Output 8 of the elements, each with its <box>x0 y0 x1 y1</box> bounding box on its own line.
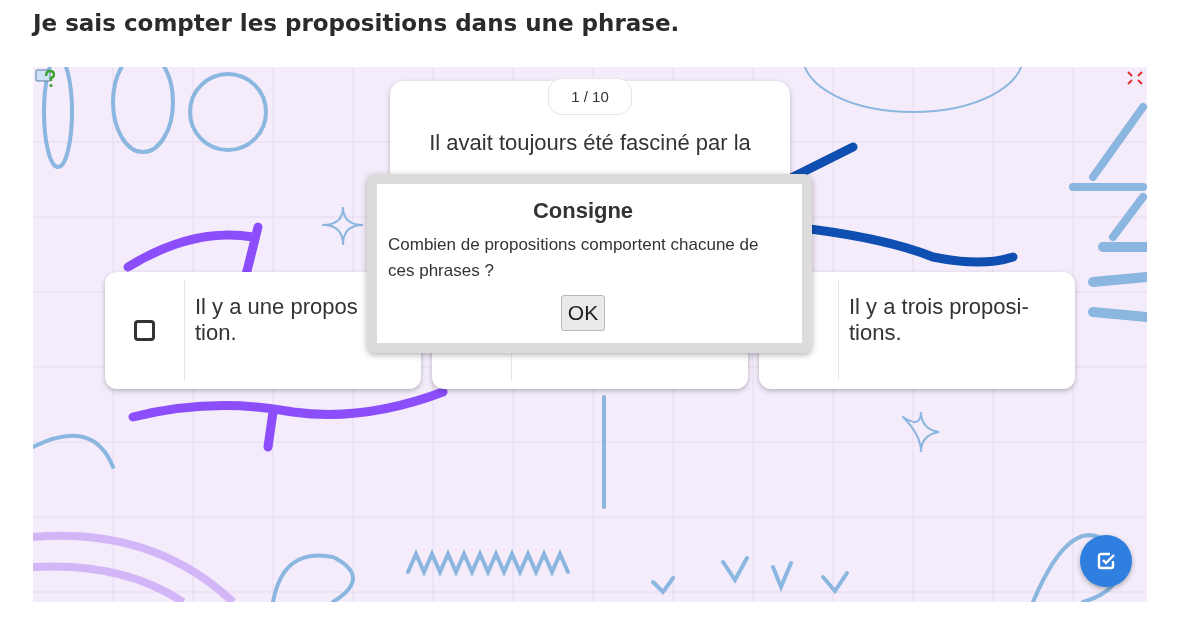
answer-text: Il y a trois proposi- <box>849 294 1029 320</box>
dialog-title: Consigne <box>532 198 634 224</box>
answer-text: tion. <box>195 320 238 346</box>
question-text: Il avait toujours été fasciné par la <box>429 130 751 156</box>
answer-text: Il y a une propos <box>195 294 358 320</box>
answer-text: tions. <box>849 320 903 346</box>
page-title: Je sais compter les propositions dans une phrase. <box>30 9 681 38</box>
question-counter: 1 / 10 <box>548 78 632 115</box>
